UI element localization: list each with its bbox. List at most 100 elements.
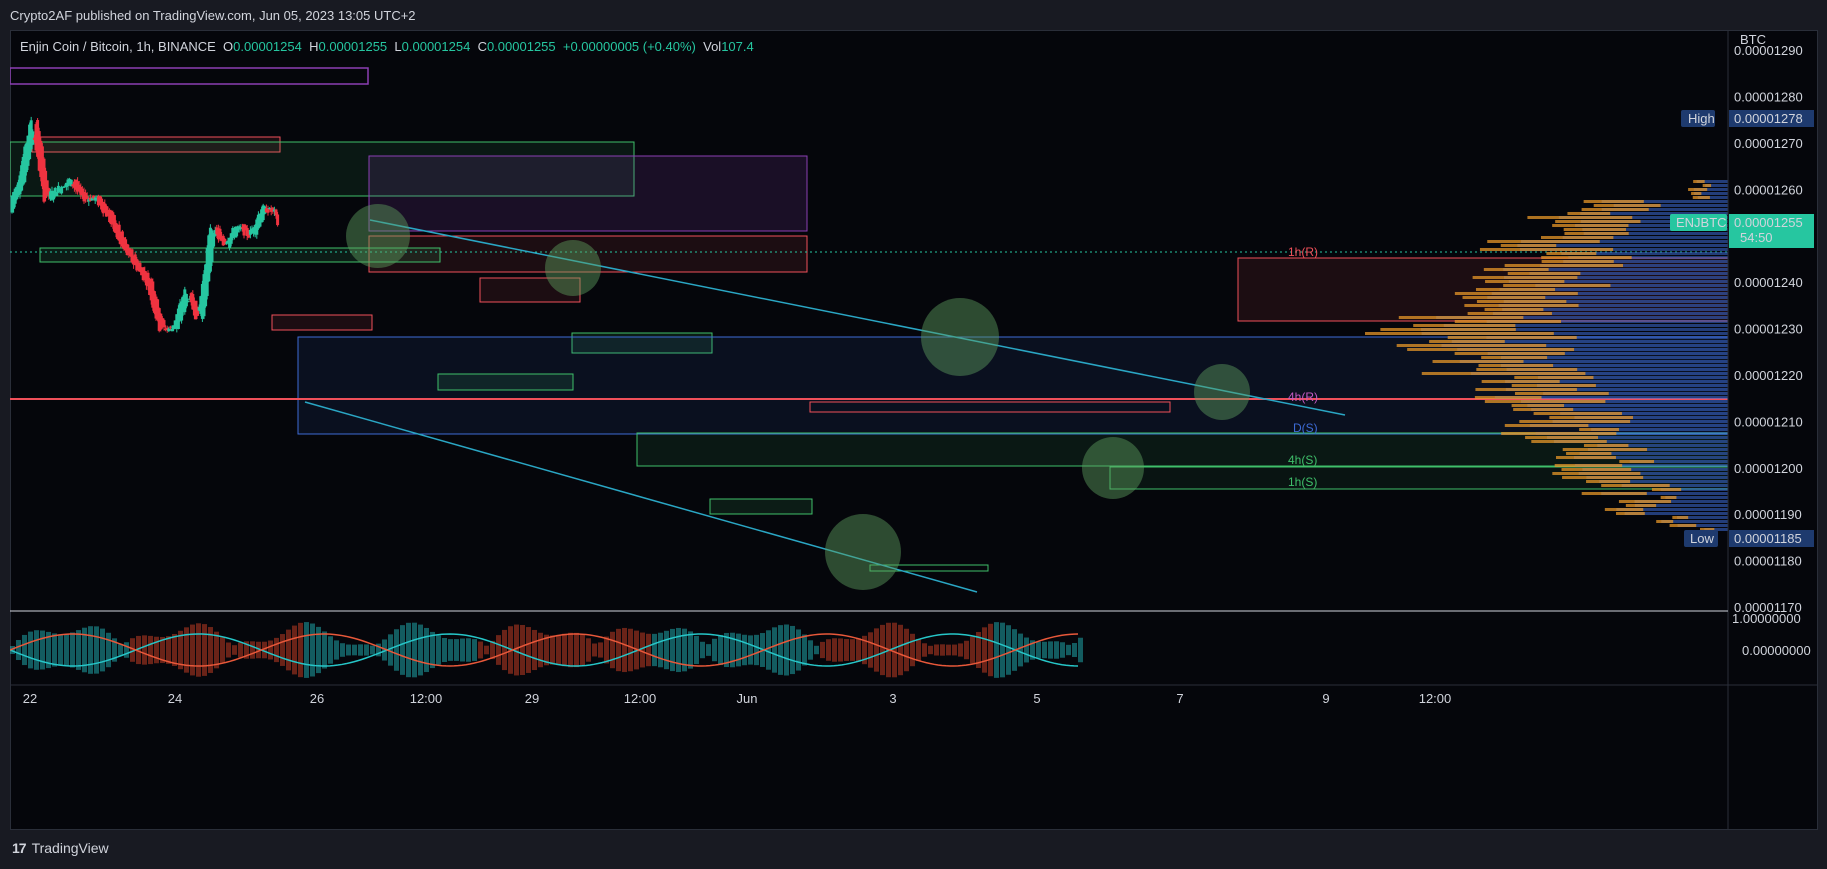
oscillator-bar (676, 627, 681, 673)
oscillator-bar (598, 642, 603, 658)
oscillator-bar (850, 639, 855, 661)
oscillator-bar (346, 644, 351, 656)
volume-bar-up (1500, 244, 1557, 247)
oscillator-bar (904, 628, 909, 672)
oscillator-bar (298, 622, 303, 678)
oscillator-bar (646, 633, 651, 667)
volume-bar-up (1380, 328, 1516, 331)
oscillator-bar (94, 626, 99, 674)
oscillator-bar (478, 641, 483, 659)
last-symbol: ENJBTC (1676, 215, 1727, 230)
oscillator-bar (1054, 641, 1059, 659)
volume-bar-up (1669, 524, 1697, 527)
oscillator-bar (688, 631, 693, 669)
oscillator-bar (418, 624, 423, 676)
footer[interactable]: 17 TradingView (12, 840, 109, 856)
oscillator-bar (616, 628, 621, 672)
volume-bar-up (1702, 184, 1712, 187)
oscillator-bar (124, 642, 129, 658)
low-badge-text: 0.00001185 (1734, 531, 1802, 546)
oscillator-bar (400, 625, 405, 675)
oscillator-bar (214, 631, 219, 669)
y-tick-label: 0.00001230 (1734, 322, 1803, 337)
oscillator-bar (640, 632, 645, 668)
y-tick-label: 0.00001200 (1734, 461, 1803, 476)
price-chart[interactable]: 1h(R) 4h(R) D(S) 4h(S) 1h(S) BTC 0.00001… (10, 30, 1818, 830)
oscillator-bar (148, 635, 153, 665)
oscillator-bar (964, 640, 969, 660)
close-value: 0.00001255 (486, 39, 556, 54)
candle-body (162, 320, 166, 328)
oscillator-bar (358, 644, 363, 656)
candle-body (90, 198, 94, 201)
x-tick-label: Jun (737, 691, 758, 706)
oscillator-bar (934, 644, 939, 656)
volume-bar-up (1454, 320, 1562, 323)
volume-bar-up (1429, 340, 1505, 343)
volume-bar-up (1511, 404, 1565, 407)
oscillator-bar (520, 624, 525, 676)
tradingview-logo-icon: 17 (12, 840, 27, 856)
volume-bar-up (1407, 348, 1575, 351)
oscillator-bar (274, 637, 279, 663)
time-axis[interactable]: 22 24 26 12:00 29 12:00 Jun 3 5 7 9 12:00 (23, 691, 1452, 706)
volume-bar-up (1464, 304, 1579, 307)
volume-bar-up (1692, 196, 1710, 199)
circle-1 (346, 204, 410, 268)
oscillator-bar (460, 638, 465, 662)
x-tick-label: 3 (889, 691, 896, 706)
volume-bar-up (1365, 332, 1554, 335)
oscillator-bar (322, 631, 327, 669)
oscillator-bar (286, 629, 291, 671)
oscillator-bar (1060, 642, 1065, 658)
volume-bar-up (1504, 424, 1589, 427)
oscillator-bar (142, 635, 147, 665)
last-price: 0.00001255 (1734, 215, 1803, 230)
oscillator-bar (1024, 637, 1029, 663)
symbol-name: Enjin Coin / Bitcoin, 1h, BINANCE (20, 39, 216, 54)
volume-bar-up (1549, 416, 1633, 419)
oscillator-bar (16, 639, 21, 661)
oscillator-bar (106, 632, 111, 668)
level-label-4h-s: 4h(S) (1288, 453, 1317, 467)
volume-bar-up (1546, 252, 1597, 255)
y-tick-label: 0.00001290 (1734, 43, 1803, 58)
vol-label: Vol (703, 39, 722, 54)
oscillator-bar (706, 644, 711, 656)
oscillator-bar (88, 626, 93, 674)
zone-purple-top (10, 67, 369, 85)
level-label-1h-s: 1h(S) (1288, 475, 1317, 489)
oscillator-bar (466, 638, 471, 662)
volume-bar-up (1507, 272, 1581, 275)
oscillator-bar (826, 639, 831, 661)
y-tick-label: 0.00001210 (1734, 414, 1803, 429)
high-badge-text: 0.00001278 (1734, 111, 1803, 126)
zone-red-left2 (271, 314, 373, 331)
candle-body (168, 326, 172, 328)
level-label-4h-r: 4h(R) (1288, 390, 1318, 404)
volume-bar-up (1583, 200, 1644, 203)
volume-bar-up (1432, 360, 1524, 363)
x-tick-label: 9 (1322, 691, 1329, 706)
oscillator-bar (340, 643, 345, 657)
oscillator-bar (958, 643, 963, 657)
low-badge-label: Low (1690, 531, 1714, 546)
volume-bar-up (1531, 440, 1607, 443)
oscillator-bar (310, 623, 315, 677)
oscillator-bar (814, 645, 819, 655)
x-tick-label: 12:00 (410, 691, 443, 706)
y-tick-label: 0.00001280 (1734, 89, 1803, 104)
change-value: +0.00000005 (+0.40%) (562, 39, 696, 54)
high-value: 0.00001255 (318, 39, 388, 54)
oscillator-bar (892, 622, 897, 678)
oscillator-bar (802, 634, 807, 666)
oscillator-bar (484, 645, 489, 655)
level-label-1h-r: 1h(R) (1288, 245, 1318, 259)
oscillator-bar (604, 636, 609, 664)
zone-purple-mid (368, 155, 808, 232)
last-countdown: 54:50 (1740, 230, 1773, 245)
volume-bar-up (1525, 436, 1599, 439)
volume-bar-up (1501, 432, 1617, 435)
oscillator-bar (532, 629, 537, 671)
oscillator-bar (544, 634, 549, 666)
